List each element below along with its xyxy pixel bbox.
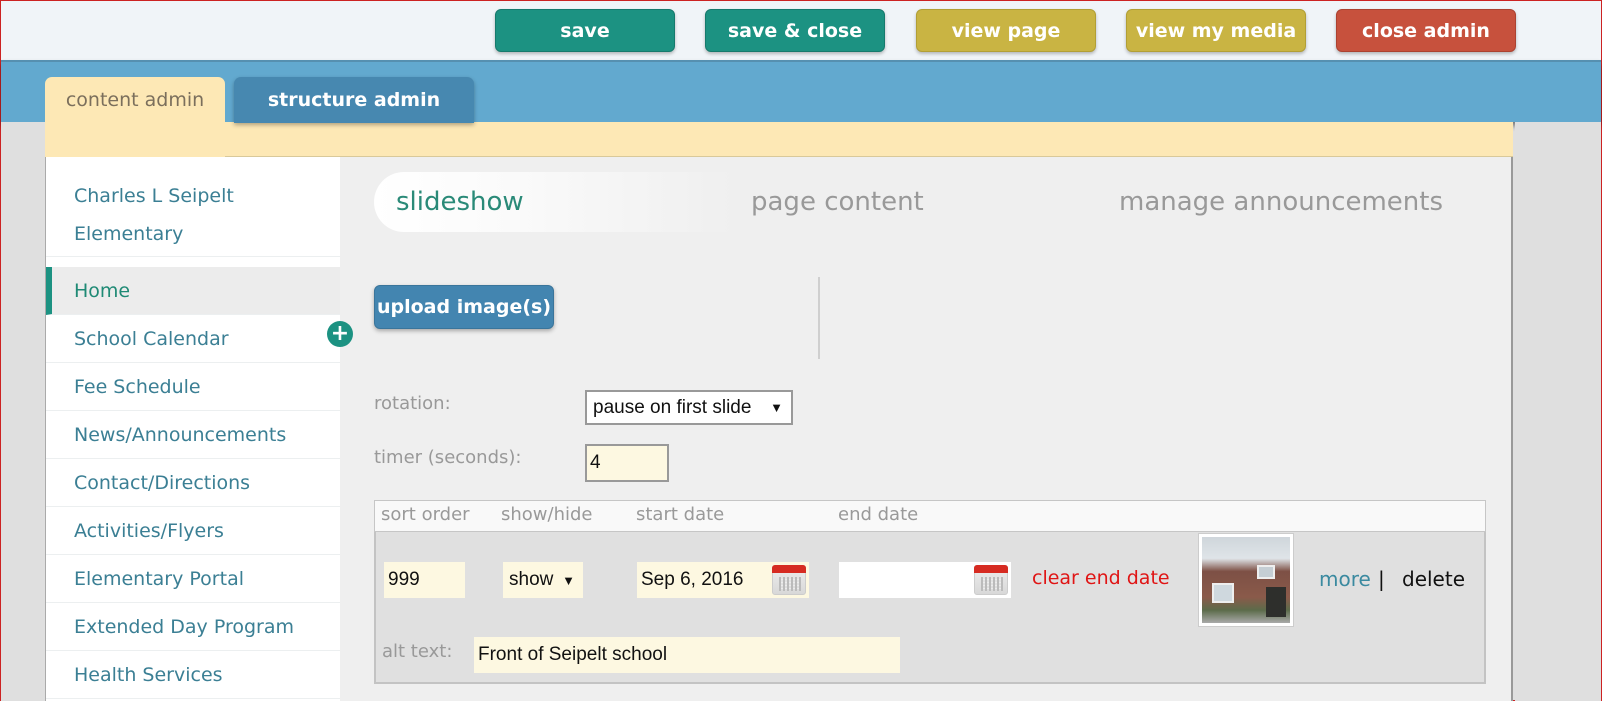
divider: [818, 277, 820, 359]
save-and-close-button[interactable]: save & close: [705, 9, 885, 52]
top-toolbar: save save & close view page view my medi…: [1, 1, 1601, 61]
sidebar-item-home[interactable]: Home: [46, 267, 340, 315]
alt-text-input[interactable]: Front of Seipelt school: [474, 637, 900, 673]
header-start-date: start date: [636, 504, 725, 525]
dropdown-arrow-icon: ▼: [770, 400, 783, 415]
sidebar-item-elementary-portal[interactable]: Elementary Portal: [46, 555, 340, 603]
show-hide-select[interactable]: show ▼: [503, 562, 583, 598]
alt-text-label: alt text:: [382, 641, 453, 662]
view-my-media-button[interactable]: view my media: [1126, 9, 1306, 52]
upload-images-button[interactable]: upload image(s): [374, 285, 554, 329]
sidebar-item-activities-flyers[interactable]: Activities/Flyers: [46, 507, 340, 555]
clear-end-date-link[interactable]: clear end date: [1032, 567, 1170, 589]
delete-link[interactable]: delete: [1402, 567, 1465, 591]
header-sort-order: sort order: [381, 504, 470, 525]
tab-content-admin[interactable]: content admin: [45, 77, 225, 157]
timer-label: timer (seconds):: [374, 447, 522, 468]
more-link[interactable]: more: [1319, 567, 1371, 591]
sidebar-item-health-services[interactable]: Health Services: [46, 651, 340, 699]
dropdown-arrow-icon: ▼: [562, 572, 575, 588]
page-sidebar: Charles L Seipelt Elementary Home School…: [46, 157, 340, 701]
start-date-value: Sep 6, 2016: [641, 569, 744, 590]
school-building-image: [1202, 537, 1290, 623]
rotation-label: rotation:: [374, 393, 451, 414]
calendar-icon[interactable]: [772, 565, 806, 595]
subtab-slideshow[interactable]: slideshow: [374, 172, 734, 232]
rotation-select[interactable]: pause on first slide ▼: [585, 390, 793, 425]
tab-structure-admin[interactable]: structure admin: [234, 77, 474, 123]
left-gutter: [1, 122, 45, 701]
slides-table-header: sort order show/hide start date end date: [374, 500, 1486, 532]
site-title[interactable]: Charles L Seipelt Elementary: [46, 157, 340, 257]
header-show-hide: show/hide: [501, 504, 593, 525]
sort-order-input[interactable]: 999: [384, 562, 465, 598]
close-admin-button[interactable]: close admin: [1336, 9, 1516, 52]
view-page-button[interactable]: view page: [916, 9, 1096, 52]
sidebar-item-news-announcements[interactable]: News/Announcements: [46, 411, 340, 459]
content-subtabs: slideshow page content manage announceme…: [374, 172, 1474, 232]
sidebar-item-fee-schedule[interactable]: Fee Schedule: [46, 363, 340, 411]
sidebar-item-contact-directions[interactable]: Contact/Directions: [46, 459, 340, 507]
show-hide-value: show: [509, 569, 554, 590]
rotation-select-value: pause on first slide: [593, 396, 752, 418]
timer-input[interactable]: 4: [585, 444, 669, 482]
sidebar-item-extended-day-program[interactable]: Extended Day Program: [46, 603, 340, 651]
calendar-icon[interactable]: [974, 565, 1008, 595]
link-separator: |: [1378, 567, 1385, 591]
header-end-date: end date: [838, 504, 919, 525]
slide-thumbnail[interactable]: [1198, 533, 1294, 627]
subtab-page-content[interactable]: page content: [751, 172, 924, 232]
save-button[interactable]: save: [495, 9, 675, 52]
plus-circle-icon[interactable]: +: [327, 321, 353, 347]
tab-content-strip: [45, 122, 1513, 157]
subtab-manage-announcements[interactable]: manage announcements: [1119, 172, 1443, 232]
sidebar-item-school-calendar[interactable]: School Calendar: [46, 315, 340, 363]
right-gutter: [1515, 122, 1601, 701]
